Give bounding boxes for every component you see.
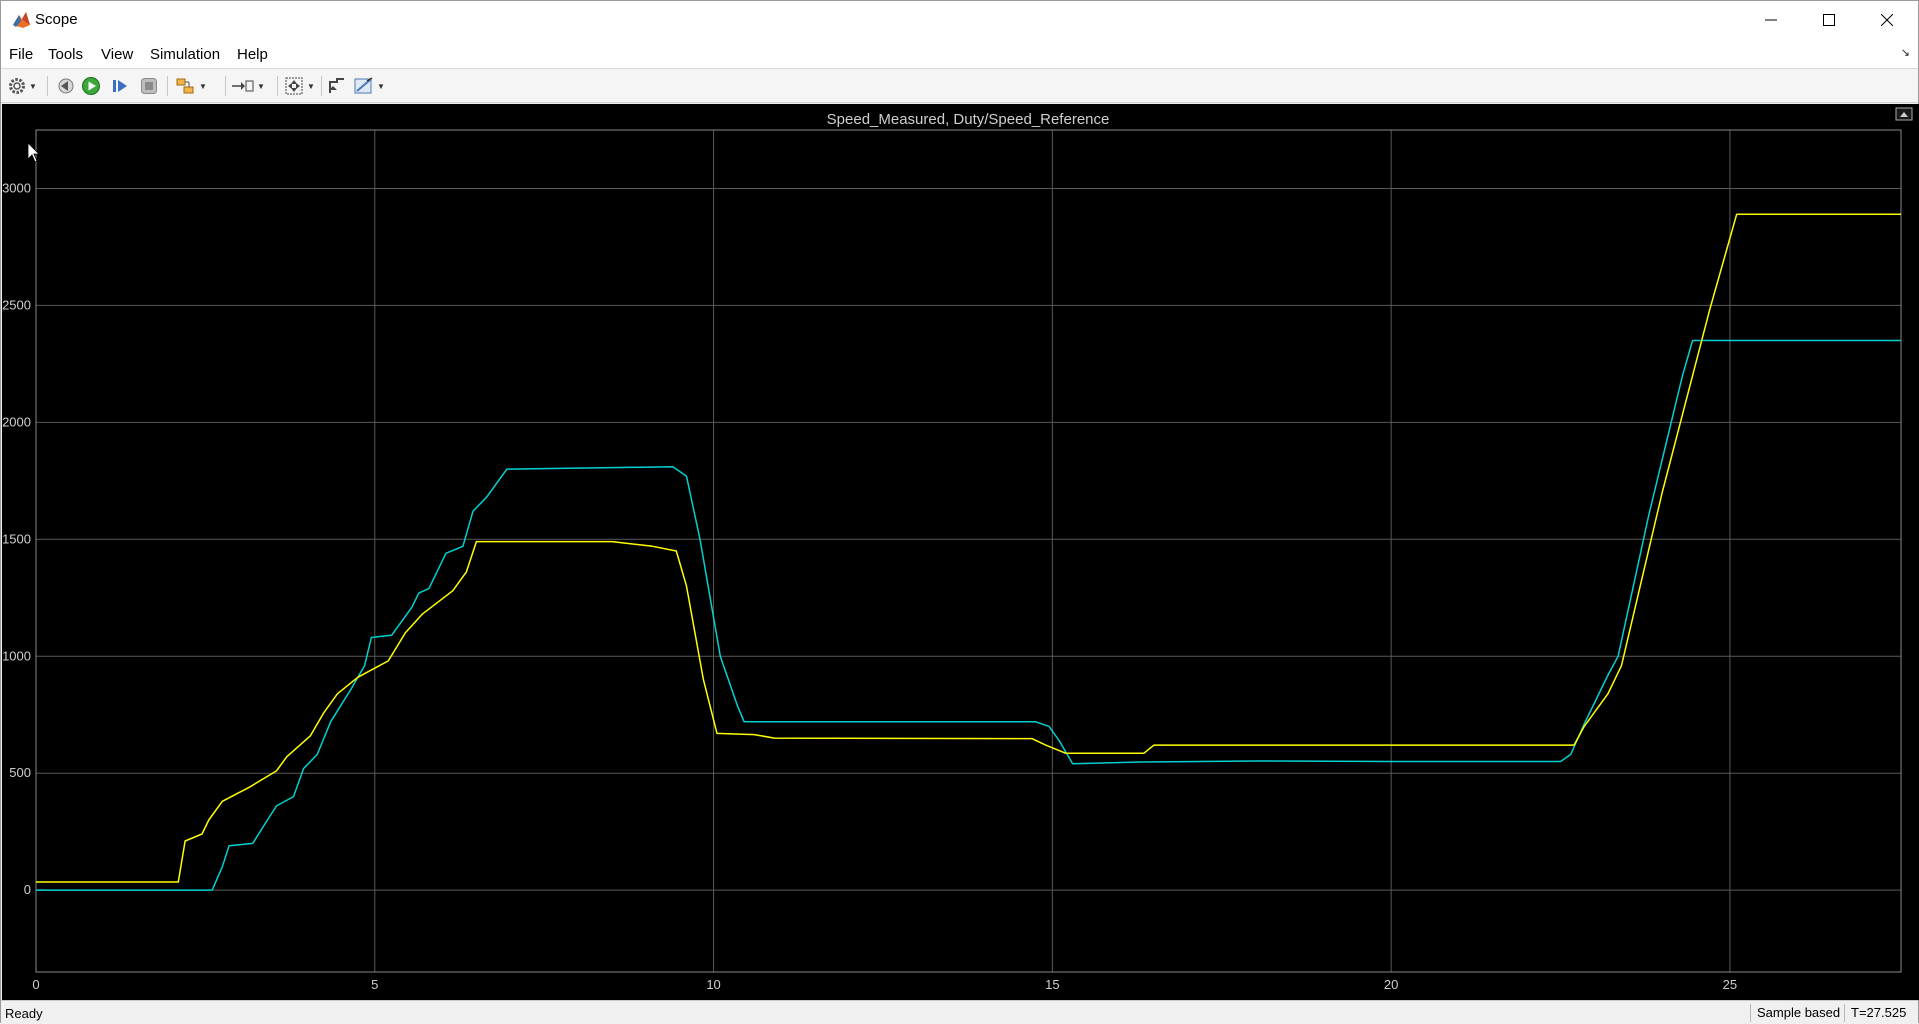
- y-tick-label: 1500: [2, 531, 31, 546]
- expand-axes-button[interactable]: [1895, 107, 1913, 121]
- menu-simulation[interactable]: Simulation: [150, 46, 220, 63]
- chevron-down-icon: ▼: [377, 81, 385, 91]
- minimize-icon: [1765, 19, 1777, 21]
- y-tick-label: 1000: [2, 648, 31, 663]
- signal-trace-1: [36, 339, 1901, 891]
- y-tick-label: 0: [24, 882, 31, 897]
- menu-help[interactable]: Help: [237, 46, 268, 63]
- matlab-logo-icon: [13, 12, 30, 28]
- y-tick-label: 2000: [2, 414, 31, 429]
- plot-title: Speed_Measured, Duty/Speed_Reference: [827, 111, 1110, 128]
- simulation-time: T=27.525: [1844, 1004, 1912, 1022]
- status-bar: Ready Sample based T=27.525: [1, 1000, 1918, 1024]
- toolbar-separator: [321, 76, 322, 96]
- step-forward-button[interactable]: [110, 75, 130, 97]
- window-title: Scope: [35, 11, 78, 28]
- signal-icon: [232, 80, 254, 92]
- status-text: Ready: [5, 1006, 43, 1021]
- step-back-button[interactable]: [55, 75, 75, 97]
- y-tick-labels: 0 500 1000 1500 2000 2500 3000: [2, 180, 31, 897]
- signal-traces: [36, 213, 1901, 891]
- configuration-button[interactable]: ▼: [7, 75, 37, 97]
- scope-window: Scope File Tools View Simulation Help ↘ …: [0, 0, 1919, 1024]
- title-bar: Scope: [1, 1, 1918, 39]
- triggers-button[interactable]: [327, 75, 347, 97]
- toolbar-separator: [225, 76, 226, 96]
- maximize-icon: [1823, 14, 1835, 26]
- minimize-button[interactable]: [1742, 1, 1800, 39]
- close-button[interactable]: [1858, 1, 1916, 39]
- axes-frame: [35, 129, 1902, 973]
- scope-plot[interactable]: 0 5 10 15 20 25 0 500 1000 1500 2000 2500 3000 Spee…: [2, 104, 1919, 1000]
- x-tick-label: 5: [371, 977, 378, 992]
- signal-selection-button[interactable]: ▼: [231, 75, 265, 97]
- zoom-fit-icon: [285, 77, 303, 95]
- toolbar-separator: [277, 76, 278, 96]
- trigger-icon: [329, 78, 344, 93]
- zoom-button[interactable]: ▼: [283, 75, 315, 97]
- x-tick-label: 10: [706, 977, 720, 992]
- y-tick-label: 3000: [2, 180, 31, 195]
- scope-display[interactable]: 0 5 10 15 20 25 0 500 1000 1500 2000 2500 3000 Spee…: [2, 104, 1919, 1000]
- run-button[interactable]: [81, 75, 101, 97]
- stop-icon: [141, 78, 157, 94]
- chevron-down-icon: ▼: [199, 81, 207, 91]
- x-tick-label: 0: [32, 977, 39, 992]
- x-tick-label: 15: [1045, 977, 1059, 992]
- block-icon: [176, 78, 194, 94]
- sampling-mode: Sample based: [1750, 1004, 1846, 1022]
- chevron-down-icon: ▼: [29, 81, 37, 91]
- menu-bar: File Tools View Simulation Help ↘: [1, 39, 1918, 69]
- play-icon: [82, 77, 100, 95]
- x-tick-labels: 0 5 10 15 20 25: [32, 977, 1737, 992]
- plot-grid: [36, 130, 1901, 972]
- undock-icon[interactable]: ↘: [1901, 46, 1910, 59]
- step-forward-icon: [113, 80, 127, 92]
- x-tick-label: 25: [1723, 977, 1737, 992]
- signal-trace-2: [36, 213, 1901, 883]
- chevron-down-icon: ▼: [257, 81, 265, 91]
- y-tick-label: 2500: [2, 297, 31, 312]
- highlight-simulink-block-button[interactable]: ▼: [175, 75, 207, 97]
- cursor-measurements-icon: [354, 77, 373, 94]
- maximize-button[interactable]: [1800, 1, 1858, 39]
- close-icon: [1881, 14, 1893, 26]
- toolbar-separator: [47, 76, 48, 96]
- menu-file[interactable]: File: [9, 46, 33, 63]
- y-tick-label: 500: [9, 765, 31, 780]
- measurements-button[interactable]: ▼: [353, 75, 385, 97]
- toolbar-separator: [167, 76, 168, 96]
- stop-button[interactable]: [139, 75, 159, 97]
- menu-view[interactable]: View: [101, 46, 133, 63]
- x-tick-label: 20: [1384, 977, 1398, 992]
- chevron-down-icon: ▼: [307, 81, 315, 91]
- step-back-icon: [58, 78, 74, 94]
- menu-tools[interactable]: Tools: [48, 46, 83, 63]
- toolbar: ▼ ▼ ▼ ▼ ▼: [1, 69, 1918, 103]
- mouse-cursor-icon: [27, 142, 40, 163]
- gear-icon: [9, 78, 25, 94]
